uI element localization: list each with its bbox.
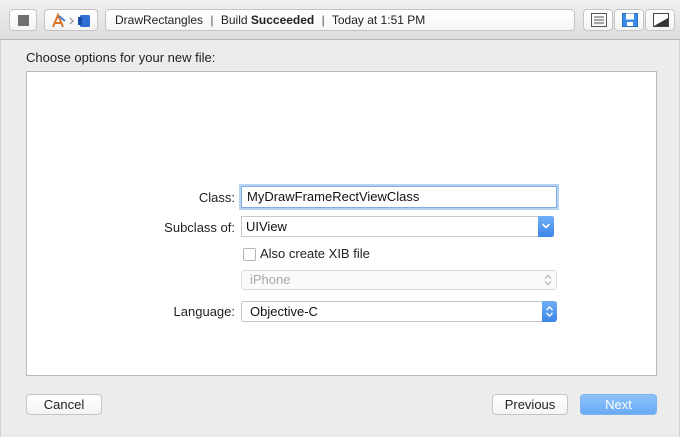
language-popup[interactable]: Objective-C xyxy=(241,301,557,322)
assistant-editor-button[interactable] xyxy=(614,9,644,31)
xib-checkbox[interactable] xyxy=(243,248,256,261)
standard-editor-button[interactable] xyxy=(583,9,613,31)
build-prefix: Build xyxy=(220,13,248,27)
build-timestamp: Today at 1:51 PM xyxy=(331,13,426,27)
options-panel: Class: MyDrawFrameRectViewClass Subclass… xyxy=(26,71,657,376)
previous-button[interactable]: Previous xyxy=(492,394,568,415)
version-editor-icon xyxy=(653,13,669,27)
stop-icon xyxy=(18,15,29,26)
build-status: Succeeded xyxy=(250,13,315,27)
up-down-chevron-icon xyxy=(546,306,553,317)
subclass-dropdown-button[interactable] xyxy=(538,216,554,237)
new-file-options-sheet: Choose options for your new file: Class:… xyxy=(0,40,680,437)
separator: | xyxy=(321,13,325,27)
cancel-button[interactable]: Cancel xyxy=(26,394,102,415)
up-down-chevron-icon xyxy=(544,274,552,286)
class-label: Class: xyxy=(198,190,235,205)
language-value: Objective-C xyxy=(250,304,318,319)
xcode-app-icon xyxy=(52,12,90,28)
scheme-selector[interactable] xyxy=(44,9,98,31)
language-label: Language: xyxy=(173,304,235,319)
device-family-popup: iPhone xyxy=(241,270,557,290)
subclass-value: UIView xyxy=(246,219,287,234)
assistant-editor-icon xyxy=(622,13,638,27)
stop-button[interactable] xyxy=(9,9,37,31)
language-popup-arrows xyxy=(542,301,557,322)
subclass-label: Subclass of: xyxy=(164,220,235,235)
chevron-down-icon xyxy=(541,223,551,229)
window-toolbar: DrawRectangles | Build Succeeded | Today… xyxy=(0,0,680,40)
device-family-value: iPhone xyxy=(250,272,291,287)
version-editor-button[interactable] xyxy=(645,9,675,31)
separator: | xyxy=(210,13,214,27)
xib-checkbox-label: Also create XIB file xyxy=(260,246,370,261)
class-name-input[interactable]: MyDrawFrameRectViewClass xyxy=(241,186,557,208)
standard-editor-icon xyxy=(591,13,607,27)
project-name: DrawRectangles xyxy=(115,13,204,27)
subclass-combo-box[interactable]: UIView xyxy=(241,216,554,237)
sheet-title: Choose options for your new file: xyxy=(26,50,216,65)
next-button[interactable]: Next xyxy=(580,394,657,415)
activity-viewer: DrawRectangles | Build Succeeded | Today… xyxy=(105,9,575,31)
